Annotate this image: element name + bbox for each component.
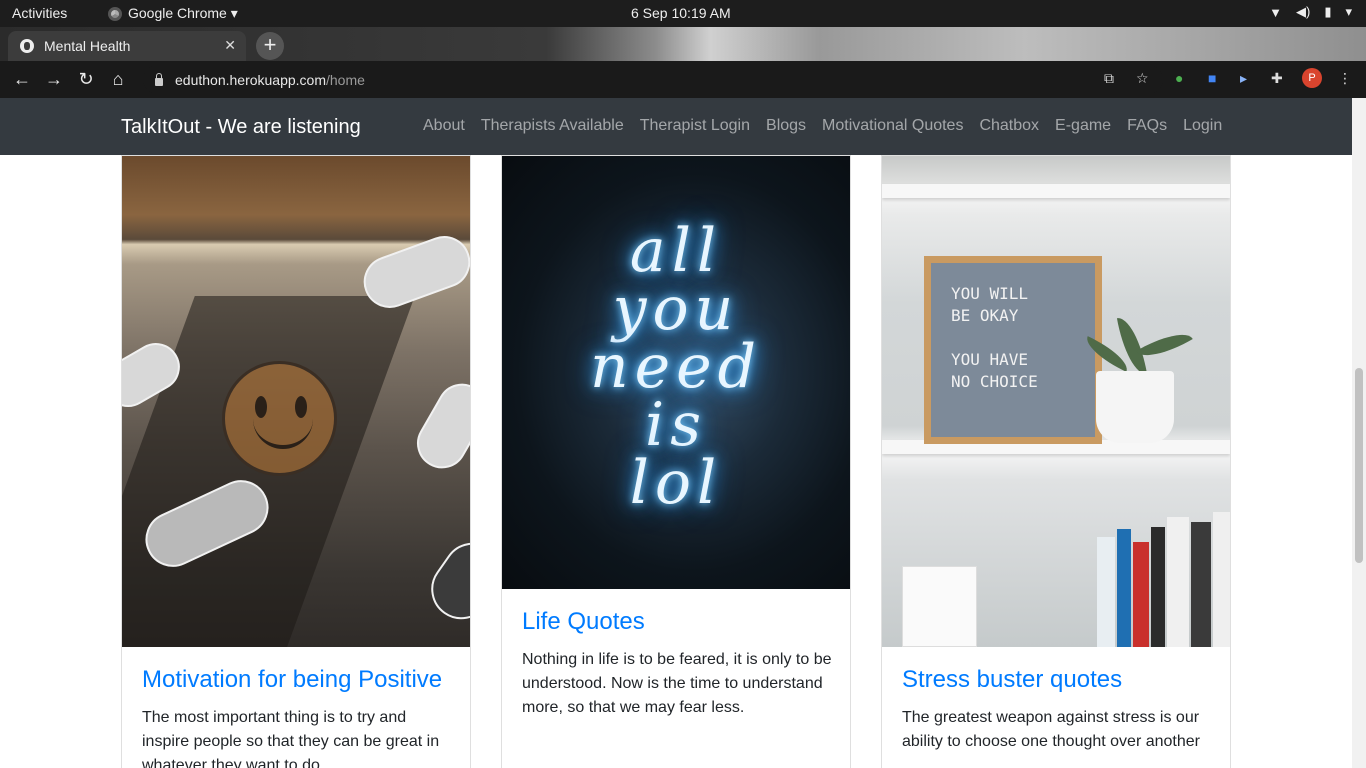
web-page: TalkItOut - We are listening About Thera… bbox=[0, 98, 1352, 768]
letterboard-line bbox=[951, 327, 1095, 349]
scrollbar-thumb[interactable] bbox=[1355, 368, 1363, 563]
forward-arrow-icon[interactable]: → bbox=[43, 69, 65, 90]
card-text: The most important thing is to try and i… bbox=[142, 709, 440, 768]
smiley-sidewalk-image bbox=[122, 156, 470, 647]
nav-login[interactable]: Login bbox=[1183, 117, 1222, 135]
url-path: /home bbox=[326, 71, 365, 88]
tab-strip: Mental Health ✕ + bbox=[0, 27, 1366, 61]
new-tab-button[interactable]: + bbox=[256, 32, 284, 60]
translate-icon[interactable]: ⧉ bbox=[1104, 70, 1114, 87]
power-menu-icon: ▾ bbox=[1345, 4, 1352, 19]
book-spine bbox=[1167, 517, 1189, 647]
blog-card-motivation: Motivation for being Positive The most i… bbox=[121, 155, 471, 768]
shelf-letterboard-image: YOU WILL BE OKAY YOU HAVE NO CHOICE bbox=[882, 156, 1230, 647]
blog-card-stress-buster: YOU WILL BE OKAY YOU HAVE NO CHOICE Stre… bbox=[881, 155, 1231, 768]
reload-icon[interactable]: ↻ bbox=[75, 69, 97, 90]
shelf-board bbox=[882, 184, 1230, 198]
lock-icon[interactable] bbox=[155, 72, 163, 86]
app-menu-label: Google Chrome ▾ bbox=[128, 5, 238, 21]
smiley-mouth bbox=[253, 419, 313, 449]
smiley-eye bbox=[255, 396, 267, 418]
site-brand[interactable]: TalkItOut - We are listening bbox=[121, 116, 361, 139]
activities-button[interactable]: Activities bbox=[12, 5, 67, 21]
card-text: The greatest weapon against stress is ou… bbox=[902, 709, 1200, 750]
browser-toolbar: ← → ↻ ⌂ eduthon.herokuapp.com/home ⧉ ☆ ●… bbox=[0, 61, 1366, 98]
app-menu[interactable]: Google Chrome ▾ bbox=[108, 5, 238, 22]
plant-leaf bbox=[1136, 323, 1193, 367]
card-title[interactable]: Life Quotes bbox=[522, 608, 645, 636]
tab-title: Mental Health bbox=[44, 38, 131, 54]
neon-word: lol bbox=[629, 448, 723, 518]
card-title[interactable]: Motivation for being Positive bbox=[142, 666, 442, 694]
card-text: Nothing in life is to be feared, it is o… bbox=[522, 651, 832, 716]
profile-avatar[interactable]: P bbox=[1302, 68, 1322, 88]
clock[interactable]: 6 Sep 10:19 AM bbox=[631, 5, 731, 21]
blog-card-life-quotes: all you need is lol Life Quotes Nothing … bbox=[501, 155, 851, 768]
page-scrollbar[interactable] bbox=[1352, 98, 1366, 768]
book-spine bbox=[1117, 529, 1131, 647]
letterboard-line: YOU WILL bbox=[951, 284, 1029, 303]
nav-e-game[interactable]: E-game bbox=[1055, 117, 1111, 135]
nav-therapist-login[interactable]: Therapist Login bbox=[640, 117, 750, 135]
globe-icon bbox=[20, 39, 34, 53]
tab-mental-health[interactable]: Mental Health ✕ bbox=[8, 31, 246, 61]
smiley-face-drawing bbox=[222, 361, 337, 476]
chrome-menu-icon[interactable]: ⋮ bbox=[1338, 70, 1352, 87]
card-title[interactable]: Stress buster quotes bbox=[902, 666, 1122, 694]
extension-color-icon[interactable]: ● bbox=[1175, 70, 1183, 86]
neon-sign-image: all you need is lol bbox=[502, 156, 850, 589]
home-icon[interactable]: ⌂ bbox=[107, 69, 129, 90]
letterboard-line: NO CHOICE bbox=[951, 372, 1038, 391]
chrome-icon bbox=[108, 6, 122, 21]
battery-icon: ▮ bbox=[1324, 4, 1332, 19]
site-nav-links: About Therapists Available Therapist Log… bbox=[423, 117, 1238, 135]
back-arrow-icon[interactable]: ← bbox=[11, 69, 33, 90]
book-spine bbox=[1133, 542, 1149, 647]
site-navbar: TalkItOut - We are listening About Thera… bbox=[0, 98, 1352, 155]
framed-print bbox=[902, 566, 977, 647]
book-spine bbox=[1151, 527, 1165, 647]
book-spine bbox=[1097, 537, 1115, 647]
url-host: eduthon.herokuapp.com bbox=[175, 71, 326, 88]
shoe-right bbox=[407, 374, 470, 478]
shoe-top-right bbox=[356, 228, 470, 316]
system-tray[interactable]: ▼ ◀) ▮ ▾ bbox=[1269, 4, 1352, 20]
nav-blogs[interactable]: Blogs bbox=[766, 117, 806, 135]
tab-close-icon[interactable]: ✕ bbox=[224, 37, 236, 54]
nav-motivational-quotes[interactable]: Motivational Quotes bbox=[822, 117, 963, 135]
extensions-puzzle-icon[interactable]: ✚ bbox=[1271, 70, 1283, 87]
nav-about[interactable]: About bbox=[423, 117, 465, 135]
extension-google-translate-icon[interactable]: ■ bbox=[1208, 70, 1216, 86]
smiley-eye bbox=[295, 396, 307, 418]
letterboard-line: BE OKAY bbox=[951, 306, 1019, 325]
plant-pot bbox=[1096, 371, 1174, 443]
system-top-bar: Activities Google Chrome ▾ 6 Sep 10:19 A… bbox=[0, 0, 1366, 27]
shoe-bottom-right bbox=[419, 531, 470, 631]
nav-therapists-available[interactable]: Therapists Available bbox=[481, 117, 624, 135]
volume-icon: ◀) bbox=[1295, 4, 1311, 19]
nav-chatbox[interactable]: Chatbox bbox=[979, 117, 1039, 135]
letterboard-line: YOU HAVE bbox=[951, 350, 1029, 369]
bookmark-star-icon[interactable]: ☆ bbox=[1136, 70, 1149, 87]
letterboard: YOU WILL BE OKAY YOU HAVE NO CHOICE bbox=[924, 256, 1102, 444]
book-spine bbox=[1191, 522, 1211, 647]
book-spine bbox=[1213, 512, 1230, 647]
nav-faqs[interactable]: FAQs bbox=[1127, 117, 1167, 135]
address-bar[interactable]: eduthon.herokuapp.com/home bbox=[143, 65, 1163, 94]
extension-cursor-icon[interactable]: ▸ bbox=[1240, 70, 1247, 87]
wifi-icon: ▼ bbox=[1269, 4, 1282, 20]
